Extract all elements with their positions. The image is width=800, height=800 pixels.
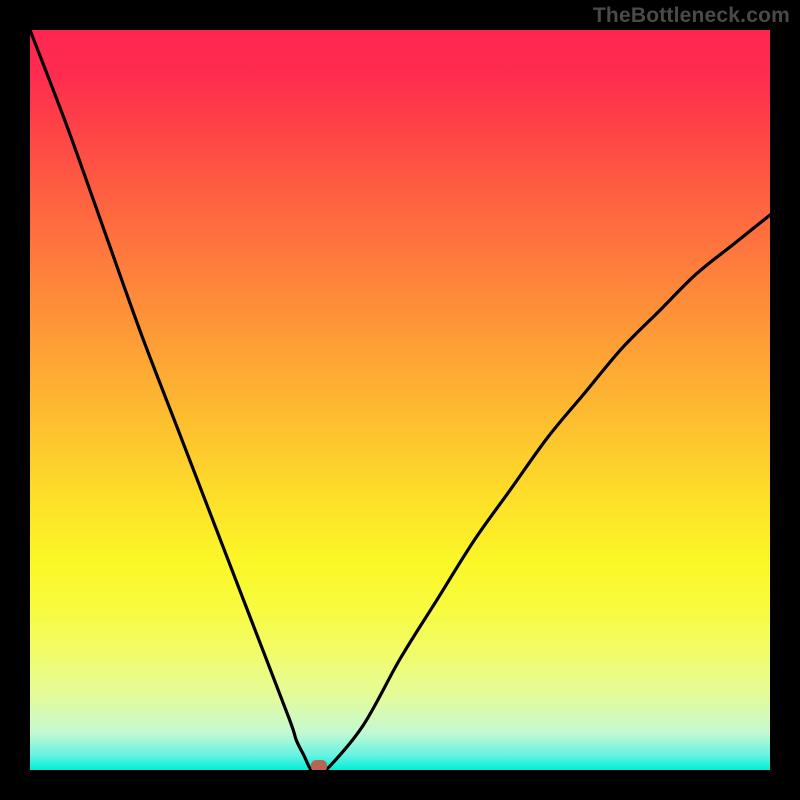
watermark-text: TheBottleneck.com	[593, 4, 790, 28]
chart-frame: TheBottleneck.com	[0, 0, 800, 800]
plot-area	[30, 30, 770, 770]
bottleneck-curve	[30, 30, 770, 770]
minimum-marker	[311, 760, 327, 770]
